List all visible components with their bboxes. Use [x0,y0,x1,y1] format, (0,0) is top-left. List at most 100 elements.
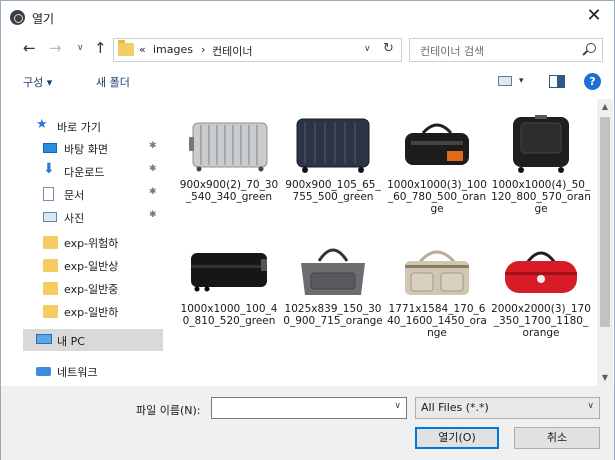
file-tile[interactable] [387,357,487,386]
file-thumbnail [187,115,271,175]
sidebar-item-label: 문서 [64,189,85,202]
up-arrow-icon[interactable]: ↑ [94,39,107,57]
file-tile[interactable]: 900x900(2)_70_30_540_340_green [179,109,279,227]
file-tile[interactable]: 1000x1000(3)_100_60_780_500_orange [387,109,487,227]
preview-pane-icon[interactable] [549,75,565,88]
window-title: 열기 [32,12,55,26]
view-mode-chevron-icon[interactable]: ▾ [519,76,524,86]
command-bar: 구성 ▾ 새 폴더 ▾ ? [1,69,614,95]
file-thumbnail [291,239,375,299]
refresh-icon[interactable]: ↻ [383,41,394,56]
sidebar-item[interactable]: exp-일반상 [23,254,163,276]
file-thumbnail [291,115,375,175]
file-tile[interactable] [179,357,279,386]
file-type-select[interactable]: All Files (*.*) ∨ [415,397,600,419]
address-chevron-down-icon[interactable]: ∨ [364,44,371,54]
sidebar-item[interactable]: 사진 ✱ [23,206,163,228]
new-folder-button[interactable]: 새 폴더 [96,74,130,90]
file-tile[interactable]: 1025x839_150_300_900_715_orange [283,233,383,351]
search-placeholder: 컨테이너 검색 [420,45,485,58]
view-mode-icon[interactable] [498,76,512,86]
breadcrumb-container[interactable]: 컨테이너 [212,43,252,59]
file-thumbnail [395,363,479,386]
file-name-label: 2000x2000(3)_170_350_1700_1180_orange [491,303,591,339]
forward-arrow-icon[interactable]: → [49,39,62,57]
scroll-down-icon[interactable]: ▼ [597,370,613,386]
sidebar-item-label: 바로 가기 [57,121,101,134]
file-thumbnail [187,363,271,386]
open-button[interactable]: 열기(O) [415,427,499,449]
folder-icon [43,236,58,249]
file-tile[interactable]: 1000x1000(4)_50_120_800_570_orange [491,109,591,227]
sidebar-item[interactable]: 문서 ✱ [23,183,163,205]
file-name-label: 1000x1000(4)_50_120_800_570_orange [491,179,591,215]
sidebar-item-label: 사진 [64,212,85,225]
file-tile[interactable]: 2000x2000(3)_170_350_1700_1180_orange [491,233,591,351]
sidebar-item-label: exp-일반하 [64,306,119,319]
folder-icon [43,305,58,318]
file-tile[interactable] [491,357,591,386]
pc-icon [36,334,52,344]
search-input[interactable]: 컨테이너 검색 [409,38,603,62]
help-icon[interactable]: ? [584,73,601,90]
breadcrumb-separator[interactable]: › [201,43,205,56]
pin-icon: ✱ [149,164,157,174]
file-name-label: 900x900_105_65_755_500_green [285,179,381,203]
file-tile[interactable]: 1771x1584_170_640_1600_1450_orange [387,233,487,351]
search-icon [586,43,596,53]
file-thumbnail [395,115,479,175]
back-arrow-icon[interactable]: ← [23,39,36,57]
file-thumbnail [395,239,479,299]
network-icon [36,367,51,376]
sidebar-item[interactable]: exp-위험하 [23,231,163,253]
pin-icon: ✱ [149,210,157,220]
sidebar-item-label: 바탕 화면 [64,143,108,156]
sidebar-item[interactable]: 바탕 화면 ✱ [23,137,163,159]
open-file-dialog: 열기 ✕ ← → ∨ ↑ « images › 컨테이너 ∨ ↻ 컨테이너 검색… [0,0,615,460]
breadcrumb-images[interactable]: images [153,43,193,56]
filename-label: 파일 이름(N): [136,404,201,417]
file-thumbnail [499,239,583,299]
filename-field[interactable]: ∨ [211,397,407,419]
sidebar-item[interactable]: 내 PC [23,329,163,351]
sidebar-item-label: exp-일반상 [64,260,119,273]
pin-icon: ✱ [149,141,157,151]
app-icon [10,10,25,25]
desktop-icon [43,143,57,153]
document-icon [43,187,54,201]
sidebar-item[interactable]: ⬇ 다운로드 ✱ [23,160,163,182]
pin-icon: ✱ [149,187,157,197]
dialog-footer: 파일 이름(N): ∨ All Files (*.*) ∨ 열기(O) 취소 [1,386,614,460]
file-type-chevron-down-icon: ∨ [587,401,594,411]
address-bar[interactable]: « images › 컨테이너 ∨ ↻ [113,38,402,62]
sidebar-item-label: 다운로드 [64,166,105,179]
close-icon[interactable]: ✕ [582,5,606,26]
scrollbar-thumb[interactable] [600,117,610,327]
sidebar-item[interactable]: 네트워크 [23,360,163,382]
file-name-label: 1000x1000(3)_100_60_780_500_orange [387,179,487,215]
file-tile[interactable]: 900x900_105_65_755_500_green [283,109,383,227]
breadcrumb-overflow[interactable]: « [139,43,146,56]
file-name-label: 1025x839_150_300_900_715_orange [283,303,383,327]
file-tile[interactable]: 1000x1000_100_40_810_520_green [179,233,279,351]
folder-icon [43,282,58,295]
cancel-button[interactable]: 취소 [514,427,600,449]
sidebar-item[interactable]: ★ 바로 가기 [23,115,163,137]
file-name-label: 900x900(2)_70_30_540_340_green [179,179,279,203]
scroll-up-icon[interactable]: ▲ [597,99,613,115]
file-tile[interactable] [283,357,383,386]
sidebar-item[interactable]: exp-일반하 [23,300,163,322]
organize-button[interactable]: 구성 ▾ [23,74,52,90]
file-thumbnail [187,239,271,299]
folder-icon [118,40,134,56]
vertical-scrollbar[interactable]: ▲ ▼ [597,99,613,386]
file-thumbnail [499,115,583,175]
filename-chevron-down-icon[interactable]: ∨ [394,401,401,411]
sidebar-item-label: exp-일반중 [64,283,119,296]
file-thumbnail [291,363,375,386]
file-name-label: 1000x1000_100_40_810_520_green [180,303,278,327]
navigation-bar: ← → ∨ ↑ « images › 컨테이너 ∨ ↻ 컨테이너 검색 [1,37,614,63]
sidebar-item[interactable]: exp-일반중 [23,277,163,299]
recent-locations-chevron-icon[interactable]: ∨ [77,43,84,53]
file-type-value: All Files (*.*) [421,401,489,414]
